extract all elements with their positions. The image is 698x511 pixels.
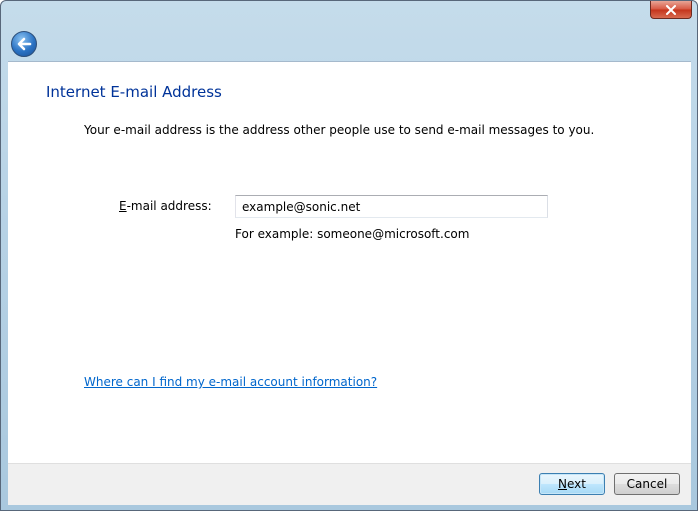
title-bar: [1, 1, 697, 59]
next-mnemonic: N: [558, 477, 567, 491]
page-title: Internet E-mail Address: [46, 83, 222, 101]
email-address-input[interactable]: [235, 195, 548, 218]
next-button[interactable]: Next: [539, 473, 605, 495]
back-arrow-icon: [17, 37, 32, 51]
email-address-label: E-mail address:: [119, 199, 212, 213]
email-label-text: -mail address:: [126, 199, 212, 213]
next-label: ext: [567, 477, 586, 491]
wizard-window: Internet E-mail Address Your e-mail addr…: [0, 0, 698, 511]
wizard-footer: Next Cancel: [8, 463, 691, 505]
email-example-hint: For example: someone@microsoft.com: [235, 227, 470, 241]
back-button[interactable]: [11, 31, 37, 57]
close-button[interactable]: [650, 1, 692, 19]
account-info-help-link[interactable]: Where can I find my e-mail account infor…: [84, 375, 377, 389]
cancel-button[interactable]: Cancel: [614, 473, 680, 495]
page-description: Your e-mail address is the address other…: [84, 123, 595, 137]
close-x-icon: [666, 4, 676, 15]
email-label-mnemonic: E: [119, 199, 127, 213]
wizard-content: Internet E-mail Address Your e-mail addr…: [8, 61, 691, 464]
